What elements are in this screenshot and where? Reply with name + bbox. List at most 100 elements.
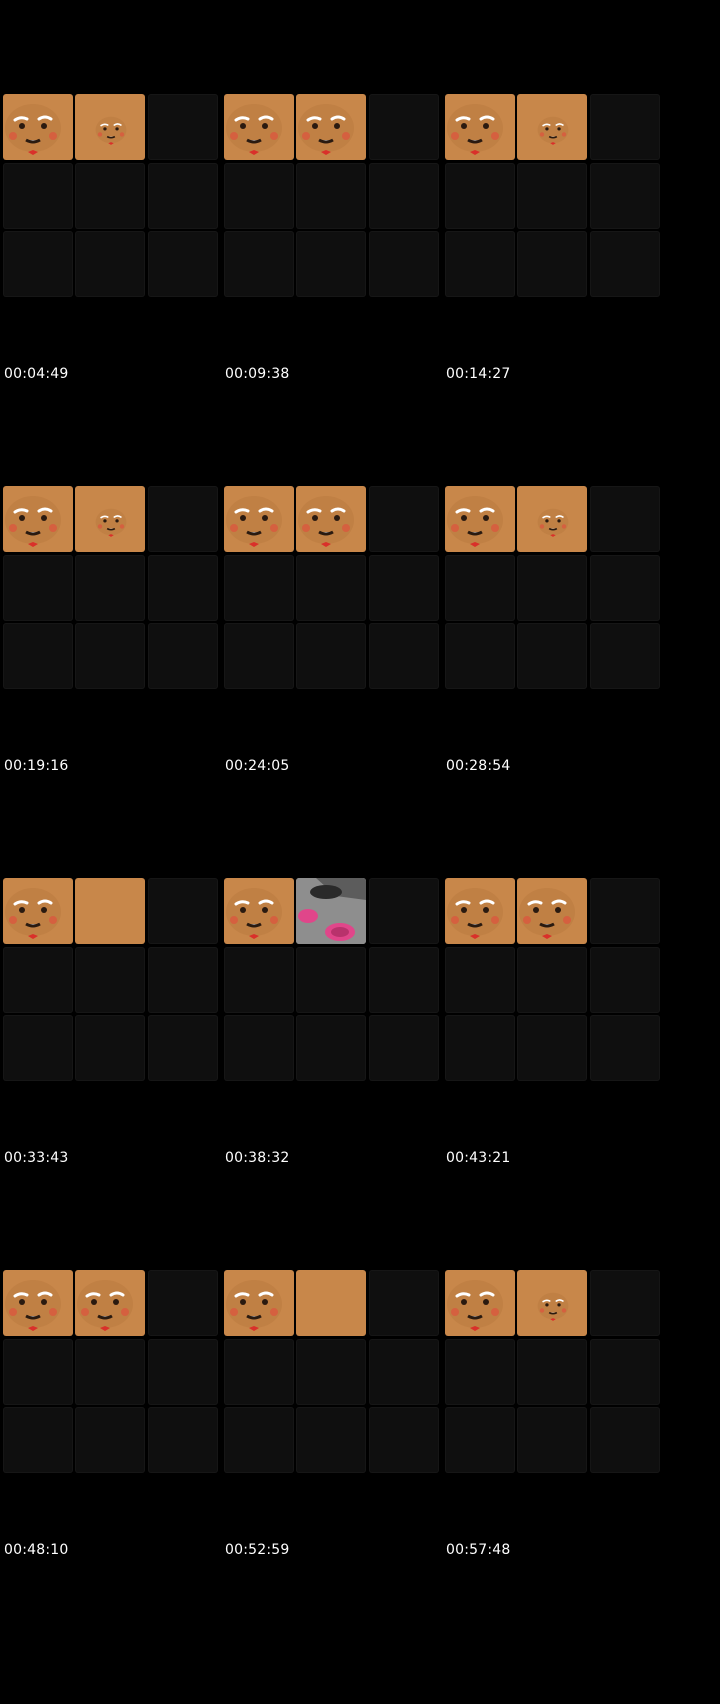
empty-tile	[517, 947, 587, 1013]
empty-tile	[590, 947, 660, 1013]
frame-timestamp: 00:57:48	[446, 1542, 511, 1558]
empty-tile	[590, 231, 660, 297]
frame-timestamp: 00:48:10	[4, 1542, 69, 1558]
video-frame-7: 00:33:43	[0, 784, 221, 1176]
empty-tile	[3, 231, 73, 297]
empty-tile	[517, 1339, 587, 1405]
tile-grid	[3, 878, 218, 1082]
tile-grid	[224, 878, 439, 1082]
gingerbread-face-tile	[224, 878, 294, 944]
empty-tile	[445, 1339, 515, 1405]
tile-grid	[224, 486, 439, 690]
tile-grid	[445, 486, 660, 690]
empty-tile	[3, 163, 73, 229]
empty-tile	[369, 1339, 439, 1405]
empty-tile	[590, 1270, 660, 1336]
empty-tile	[369, 163, 439, 229]
empty-tile	[75, 163, 145, 229]
empty-tile	[369, 1015, 439, 1081]
gingerbread-face-tile	[445, 1270, 515, 1336]
empty-tile	[148, 94, 218, 160]
video-frame-3: 00:14:27	[442, 0, 663, 392]
gingerbread-face-tile	[75, 1270, 145, 1336]
empty-tile	[148, 163, 218, 229]
blank-cookie-tile	[75, 878, 145, 944]
empty-tile	[148, 1339, 218, 1405]
empty-tile	[224, 163, 294, 229]
empty-tile	[590, 1339, 660, 1405]
empty-tile	[517, 163, 587, 229]
tile-grid	[3, 94, 218, 298]
empty-tile	[517, 231, 587, 297]
empty-tile	[517, 623, 587, 689]
empty-tile	[445, 231, 515, 297]
empty-tile	[445, 1015, 515, 1081]
empty-tile	[296, 1339, 366, 1405]
empty-tile	[590, 878, 660, 944]
frame-timestamp: 00:33:43	[4, 1150, 69, 1166]
empty-tile	[590, 555, 660, 621]
tile-grid	[3, 1270, 218, 1474]
empty-tile	[224, 1339, 294, 1405]
frame-timestamp: 00:43:21	[446, 1150, 511, 1166]
frame-timestamp: 00:52:59	[225, 1542, 290, 1558]
gingerbread-face-tile	[3, 1270, 73, 1336]
gingerbread-face-tile	[445, 486, 515, 552]
empty-tile	[3, 1015, 73, 1081]
frame-timestamp: 00:24:05	[225, 758, 290, 774]
empty-tile	[148, 1015, 218, 1081]
empty-tile	[75, 231, 145, 297]
empty-tile	[369, 94, 439, 160]
empty-tile	[590, 1015, 660, 1081]
gingerbread-face-tile	[296, 486, 366, 552]
empty-tile	[369, 1270, 439, 1336]
empty-tile	[296, 1407, 366, 1473]
tile-grid	[445, 94, 660, 298]
empty-tile	[75, 1015, 145, 1081]
tile-grid	[224, 1270, 439, 1474]
gingerbread-face-tile	[224, 1270, 294, 1336]
empty-tile	[369, 231, 439, 297]
empty-tile	[590, 486, 660, 552]
empty-tile	[445, 947, 515, 1013]
empty-tile	[369, 947, 439, 1013]
video-frame-6: 00:28:54	[442, 392, 663, 784]
empty-tile	[445, 163, 515, 229]
empty-tile	[369, 1407, 439, 1473]
empty-tile	[590, 94, 660, 160]
empty-tile	[296, 1015, 366, 1081]
empty-tile	[517, 1015, 587, 1081]
gingerbread-face-tile	[296, 94, 366, 160]
gingerbread-face-tile	[3, 486, 73, 552]
frame-timestamp: 00:28:54	[446, 758, 511, 774]
empty-tile	[590, 163, 660, 229]
empty-tile	[369, 555, 439, 621]
empty-tile	[75, 623, 145, 689]
empty-tile	[148, 486, 218, 552]
empty-tile	[369, 623, 439, 689]
gingerbread-face-tile	[517, 1270, 587, 1336]
gingerbread-face-tile	[224, 486, 294, 552]
empty-tile	[224, 231, 294, 297]
empty-tile	[148, 878, 218, 944]
empty-tile	[75, 555, 145, 621]
video-frame-12: 00:57:48	[442, 1176, 663, 1568]
gingerbread-face-tile	[445, 94, 515, 160]
empty-tile	[148, 947, 218, 1013]
tile-grid	[3, 486, 218, 690]
empty-tile	[296, 555, 366, 621]
frame-timestamp: 00:14:27	[446, 366, 511, 382]
empty-tile	[296, 231, 366, 297]
camera-photo-tile	[296, 878, 366, 944]
empty-tile	[517, 1407, 587, 1473]
empty-tile	[445, 555, 515, 621]
frame-timestamp: 00:04:49	[4, 366, 69, 382]
empty-tile	[148, 1407, 218, 1473]
empty-tile	[3, 623, 73, 689]
empty-tile	[75, 1407, 145, 1473]
empty-tile	[590, 623, 660, 689]
empty-tile	[590, 1407, 660, 1473]
empty-tile	[148, 623, 218, 689]
empty-tile	[296, 623, 366, 689]
empty-tile	[224, 623, 294, 689]
